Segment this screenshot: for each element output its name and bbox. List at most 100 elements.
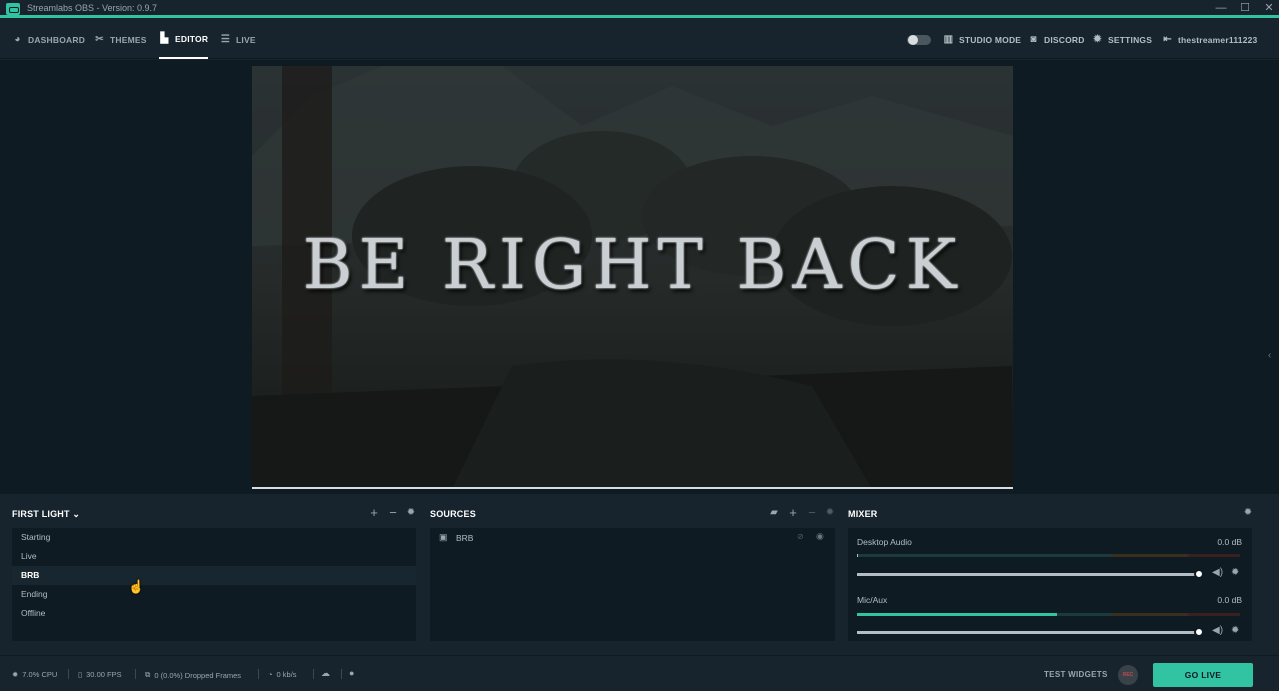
- divider: [341, 669, 342, 679]
- scene-item-starting[interactable]: Starting: [12, 528, 416, 547]
- bandwidth-value: 0 kb/s: [276, 670, 297, 679]
- volume-slider-handle[interactable]: [1194, 569, 1204, 579]
- minimize-button[interactable]: —: [1210, 1, 1232, 15]
- cpu-value: 7.0% CPU: [22, 670, 58, 679]
- scene-collection-selector[interactable]: FIRST LIGHT ⌄: [12, 509, 80, 520]
- mixer-title: MIXER: [848, 509, 878, 519]
- nav-themes[interactable]: ✂ THEMES: [94, 21, 147, 59]
- dropped-frames-stat: ⧉ 0 (0.0%) Dropped Frames: [145, 670, 241, 680]
- info-icon[interactable]: ●: [349, 668, 354, 678]
- username-label: thestreamer111223: [1178, 35, 1258, 45]
- record-button[interactable]: REC: [1118, 665, 1138, 685]
- divider: [258, 669, 259, 679]
- volume-meter-level: [857, 613, 1057, 616]
- bottom-panels: FIRST LIGHT ⌄ + − ✹ Starting Live BRB En…: [0, 495, 1279, 655]
- channel-settings-icon[interactable]: ✹: [1231, 567, 1239, 578]
- add-source-icon[interactable]: +: [786, 505, 800, 520]
- mixer-settings-icon[interactable]: ✹: [1241, 507, 1255, 518]
- nav-dashboard[interactable]: ◕ DASHBOARD: [12, 21, 85, 59]
- nav-discord-label: DISCORD: [1044, 35, 1085, 45]
- divider: [68, 669, 69, 679]
- nav-live-label: LIVE: [236, 35, 256, 45]
- editor-icon: ▙: [160, 33, 169, 44]
- dashboard-icon: ◕: [14, 34, 21, 45]
- studio-mode-icon: ▥: [943, 34, 954, 45]
- add-scene-icon[interactable]: +: [367, 505, 381, 520]
- image-icon: ▣: [439, 532, 448, 542]
- themes-icon: ✂: [95, 34, 104, 45]
- stream-preview[interactable]: BE RIGHT BACK: [252, 66, 1013, 489]
- maximize-button[interactable]: ☐: [1234, 1, 1256, 15]
- nav-studio-mode-label: STUDIO MODE: [959, 35, 1022, 45]
- sources-list: ▣ BRB ⊘ ◉: [430, 528, 835, 641]
- source-item-brb[interactable]: ▣ BRB ⊘ ◉: [430, 531, 835, 547]
- live-icon: ☰: [220, 34, 231, 45]
- divider: [313, 669, 314, 679]
- sources-title: SOURCES: [430, 509, 476, 519]
- scene-collection-title: FIRST LIGHT: [12, 509, 70, 519]
- channel-settings-icon[interactable]: ✹: [1231, 625, 1239, 636]
- mixer-channel-name: Mic/Aux: [857, 595, 888, 605]
- logout-icon: ⇤: [1163, 34, 1172, 45]
- top-navigation: ◕ DASHBOARD ✂ THEMES ▙ EDITOR ☰ LIVE ▥ S…: [0, 21, 1279, 59]
- streamlabs-logo-icon: [6, 3, 20, 15]
- nav-editor[interactable]: ▙ EDITOR: [159, 21, 209, 59]
- source-settings-icon[interactable]: ✹: [823, 507, 837, 518]
- source-item-label: BRB: [456, 533, 474, 543]
- settings-icon: ✹: [1093, 34, 1102, 45]
- nav-themes-label: THEMES: [110, 35, 147, 45]
- divider: [135, 669, 136, 679]
- nav-settings[interactable]: ✹ SETTINGS: [1092, 21, 1152, 59]
- night-mode-toggle[interactable]: [907, 35, 931, 45]
- cpu-stat: ✹ 7.0% CPU: [12, 670, 57, 679]
- nav-studio-mode[interactable]: ▥ STUDIO MODE: [943, 21, 1021, 59]
- scene-item-brb[interactable]: BRB: [12, 566, 416, 585]
- mixer-panel: Desktop Audio 0.0 dB ◀) ✹ Mic/Aux 0.0 dB…: [848, 528, 1252, 641]
- fps-icon: ▯: [78, 670, 83, 679]
- nav-discord[interactable]: ◙ DISCORD: [1028, 21, 1085, 59]
- fps-stat: ▯ 30.00 FPS: [78, 670, 122, 679]
- cpu-icon: ✹: [12, 670, 19, 679]
- volume-slider-handle[interactable]: [1194, 627, 1204, 637]
- title-bar: Streamlabs OBS - Version: 0.9.7 — ☐ ✕: [0, 0, 1279, 18]
- scene-item-live[interactable]: Live: [12, 547, 416, 566]
- remove-scene-icon[interactable]: −: [386, 505, 400, 520]
- volume-meter: [857, 554, 1240, 557]
- visibility-eye-icon[interactable]: ◉: [816, 531, 824, 542]
- test-widgets-button[interactable]: TEST WIDGETS: [1044, 670, 1108, 679]
- status-footer: ✹ 7.0% CPU ▯ 30.00 FPS ⧉ 0 (0.0%) Droppe…: [0, 655, 1279, 691]
- cloud-icon[interactable]: ☁: [321, 668, 330, 679]
- remove-source-icon[interactable]: −: [805, 505, 819, 520]
- editor-area: BE RIGHT BACK ‹: [0, 60, 1279, 494]
- nav-settings-label: SETTINGS: [1108, 35, 1153, 45]
- speaker-icon[interactable]: ◀): [1212, 625, 1223, 636]
- scene-item-ending[interactable]: Ending: [12, 585, 416, 604]
- nav-live[interactable]: ☰ LIVE: [220, 21, 256, 59]
- nav-editor-label: EDITOR: [175, 34, 209, 44]
- close-button[interactable]: ✕: [1258, 1, 1279, 15]
- mixer-channel-db: 0.0 dB: [1217, 595, 1242, 605]
- scene-settings-icon[interactable]: ✹: [404, 507, 418, 518]
- nav-user-account[interactable]: ⇤ thestreamer111223: [1162, 21, 1258, 59]
- speedometer-icon: ◔: [268, 670, 273, 679]
- chevron-down-icon: ⌄: [72, 509, 81, 519]
- scenes-list: Starting Live BRB Ending Offline: [12, 528, 416, 641]
- volume-slider[interactable]: [857, 569, 1204, 579]
- add-folder-icon[interactable]: ▰: [767, 507, 781, 518]
- volume-slider[interactable]: [857, 627, 1204, 637]
- mixer-channel-name: Desktop Audio: [857, 537, 912, 547]
- chevron-left-icon[interactable]: ‹: [1268, 350, 1271, 361]
- bandwidth-stat: ◔ 0 kb/s: [268, 670, 297, 679]
- discord-icon: ◙: [1030, 34, 1037, 45]
- nav-dashboard-label: DASHBOARD: [28, 35, 86, 45]
- dropped-frames-value: 0 (0.0%) Dropped Frames: [154, 670, 242, 680]
- speaker-icon[interactable]: ◀): [1212, 567, 1223, 578]
- frames-icon: ⧉: [145, 670, 151, 679]
- window-title: Streamlabs OBS - Version: 0.9.7: [27, 3, 158, 13]
- mouse-pointer-icon: ☝: [128, 579, 145, 594]
- scene-item-offline[interactable]: Offline: [12, 604, 416, 623]
- brb-overlay-text: BE RIGHT BACK: [302, 226, 963, 305]
- lock-icon[interactable]: ⊘: [797, 532, 804, 541]
- go-live-button[interactable]: GO LIVE: [1153, 663, 1253, 687]
- mixer-channel-db: 0.0 dB: [1217, 537, 1242, 547]
